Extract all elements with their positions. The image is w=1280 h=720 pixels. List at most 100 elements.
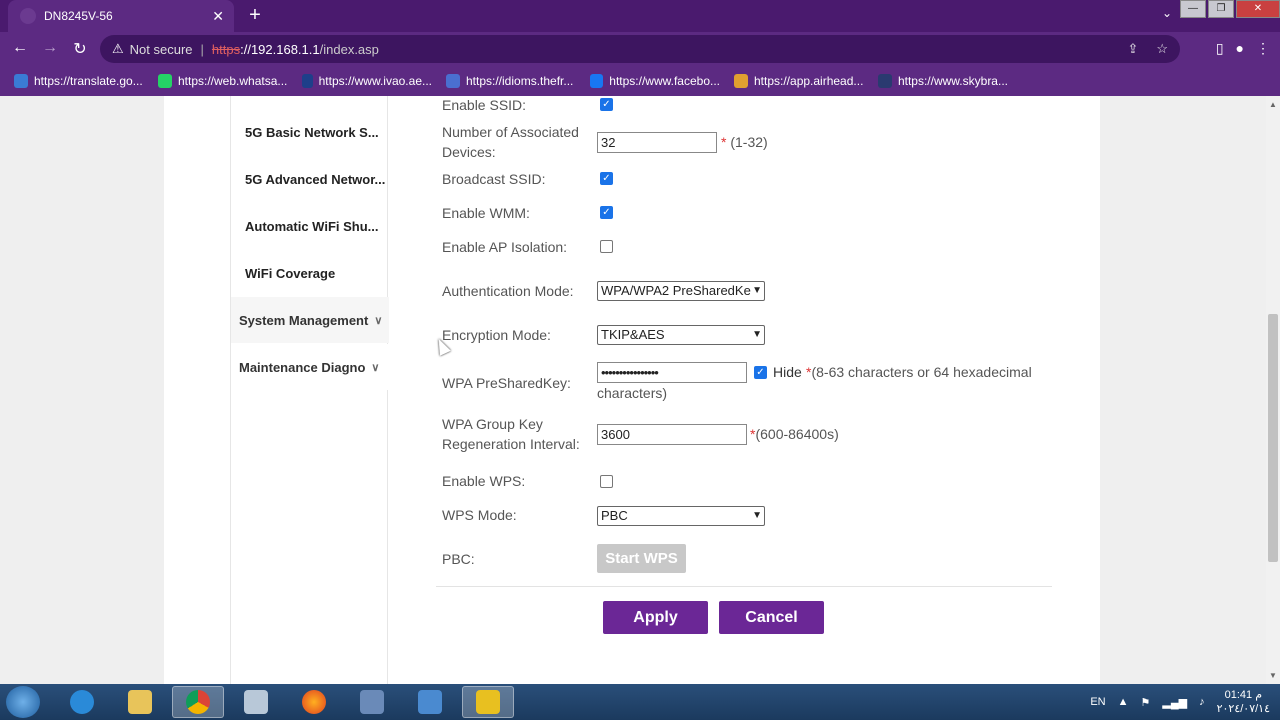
tab-favicon-icon bbox=[20, 8, 36, 24]
forward-arrow-icon[interactable]: → bbox=[40, 39, 60, 57]
bookmark-label: https://www.skybra... bbox=[897, 74, 1008, 88]
browser-tab[interactable]: DN8245V-56 ✕ bbox=[8, 0, 234, 32]
language-indicator[interactable]: EN bbox=[1090, 696, 1105, 708]
bookmark-favicon-icon bbox=[158, 74, 172, 88]
assoc-devices-hint: * (1-32) bbox=[721, 134, 768, 150]
warning-triangle-icon: ⚠ bbox=[112, 41, 124, 56]
auth-mode-value: WPA/WPA2 PreSharedKe bbox=[601, 283, 751, 298]
bookmark-item[interactable]: https://translate.go... bbox=[14, 74, 144, 88]
bookmark-item[interactable]: https://web.whatsa... bbox=[158, 74, 288, 88]
apply-button[interactable]: Apply bbox=[603, 601, 708, 634]
url-host: ://192.168.1.1 bbox=[240, 41, 320, 57]
clock-date: ٢٠٢٤/٠٧/١٤ bbox=[1216, 703, 1270, 715]
calculator-taskbar-icon[interactable] bbox=[230, 686, 282, 718]
hide-label: Hide bbox=[773, 364, 802, 380]
sidebar-item-5g-basic[interactable]: 5G Basic Network S... bbox=[245, 125, 379, 140]
sidebar-item-5g-advanced[interactable]: 5G Advanced Networ... bbox=[245, 172, 385, 187]
new-tab-button[interactable]: + bbox=[244, 4, 266, 26]
system-tray: EN ▲ ⚑ ▂▄▆ ♪ 01:41 م ٢٠٢٤/٠٧/١٤ bbox=[1090, 688, 1270, 716]
bookmark-item[interactable]: https://www.skybra... bbox=[878, 74, 1008, 88]
bookmark-label: https://idioms.thefr... bbox=[466, 74, 574, 88]
sidebar-group-label: System Management bbox=[239, 312, 369, 328]
bookmark-label: https://translate.go... bbox=[34, 74, 143, 88]
enable-ssid-label: Enable SSID: bbox=[442, 97, 527, 113]
scroll-thumb[interactable] bbox=[1268, 314, 1278, 562]
chevron-down-icon: ∨ bbox=[371, 361, 380, 374]
form-divider bbox=[436, 586, 1052, 587]
firefox-taskbar-icon[interactable] bbox=[288, 686, 340, 718]
address-separator: | bbox=[200, 41, 204, 57]
windows-start-icon[interactable] bbox=[6, 686, 40, 718]
side-panel-icon[interactable]: ▯ bbox=[1216, 40, 1224, 57]
tab-search-chevron-icon[interactable]: ⌄ bbox=[1162, 6, 1172, 20]
window-close-icon[interactable]: ✕ bbox=[1236, 0, 1280, 18]
explorer-taskbar-icon[interactable] bbox=[114, 686, 166, 718]
bookmark-item[interactable]: https://app.airhead... bbox=[734, 74, 864, 88]
computer-taskbar-icon[interactable] bbox=[346, 686, 398, 718]
enable-wps-checkbox[interactable] bbox=[600, 475, 613, 488]
ap-isolation-checkbox[interactable] bbox=[600, 240, 613, 253]
scroll-up-icon[interactable]: ▲ bbox=[1269, 100, 1277, 109]
group-key-hint: *(600-86400s) bbox=[750, 426, 839, 442]
group-key-label-line2: Regeneration Interval: bbox=[442, 436, 580, 452]
bookmark-favicon-icon bbox=[14, 74, 28, 88]
tray-expand-icon[interactable]: ▲ bbox=[1118, 696, 1129, 708]
bookmark-label: https://app.airhead... bbox=[754, 74, 864, 88]
back-arrow-icon[interactable]: ← bbox=[10, 39, 30, 57]
wps-mode-select[interactable]: PBC ▼ bbox=[597, 506, 765, 526]
clock[interactable]: 01:41 م ٢٠٢٤/٠٧/١٤ bbox=[1217, 688, 1270, 716]
clock-time: 01:41 م bbox=[1224, 689, 1262, 701]
action-center-icon[interactable]: ⚑ bbox=[1141, 696, 1151, 709]
bookmark-favicon-icon bbox=[590, 74, 604, 88]
bookmark-item[interactable]: https://www.facebo... bbox=[590, 74, 720, 88]
psk-input[interactable]: •••••••••••••••• bbox=[597, 362, 747, 383]
tab-close-icon[interactable]: ✕ bbox=[212, 8, 224, 25]
security-label: Not secure bbox=[129, 41, 193, 57]
encryption-mode-label: Encryption Mode: bbox=[442, 327, 551, 343]
enable-wmm-checkbox[interactable]: ✓ bbox=[600, 206, 613, 219]
select-chevron-icon: ▼ bbox=[752, 285, 762, 296]
wps-mode-label: WPS Mode: bbox=[442, 507, 517, 523]
profile-icon[interactable]: ● bbox=[1236, 40, 1244, 57]
assoc-devices-input[interactable]: 32 bbox=[597, 132, 717, 153]
reload-icon[interactable]: ↻ bbox=[70, 39, 90, 59]
sidebar-item-auto-wifi-shutdown[interactable]: Automatic WiFi Shu... bbox=[245, 219, 379, 234]
browser-toolbar: ← → ↻ ⚠ Not secure | https ://192.168.1.… bbox=[0, 32, 1280, 66]
bookmark-star-icon[interactable]: ☆ bbox=[1156, 41, 1168, 57]
sidebar-item-wifi-coverage[interactable]: WiFi Coverage bbox=[245, 266, 335, 281]
url-scheme: https bbox=[211, 41, 241, 57]
wps-mode-value: PBC bbox=[601, 508, 628, 523]
hide-psk-checkbox[interactable]: ✓ bbox=[754, 366, 767, 379]
sidebar-group-system-management[interactable]: System Management ∨ bbox=[231, 297, 389, 343]
chrome-taskbar-icon[interactable] bbox=[172, 686, 224, 718]
video-editor-taskbar-icon[interactable] bbox=[462, 686, 514, 718]
minimize-icon[interactable]: — bbox=[1180, 0, 1206, 18]
volume-icon[interactable]: ♪ bbox=[1199, 696, 1205, 708]
restore-icon[interactable]: ❐ bbox=[1208, 0, 1234, 18]
address-bar[interactable]: ⚠ Not secure | https ://192.168.1.1 /ind… bbox=[100, 35, 1180, 63]
bookmark-item[interactable]: https://www.ivao.ae... bbox=[302, 74, 432, 88]
menu-kebab-icon[interactable]: ⋮ bbox=[1256, 40, 1270, 57]
start-wps-button[interactable]: Start WPS bbox=[597, 544, 686, 573]
bookmark-label: https://www.ivao.ae... bbox=[318, 74, 432, 88]
router-admin-frame: 5G Basic Network S... 5G Advanced Networ… bbox=[164, 96, 1100, 684]
enable-ssid-checkbox[interactable]: ✓ bbox=[600, 98, 613, 111]
ap-isolation-label: Enable AP Isolation: bbox=[442, 239, 568, 255]
bookmark-item[interactable]: https://idioms.thefr... bbox=[446, 74, 576, 88]
encryption-mode-select[interactable]: TKIP&AES ▼ bbox=[597, 325, 765, 345]
sidebar-group-maintenance[interactable]: Maintenance Diagno ∨ bbox=[231, 344, 389, 390]
sidebar-group-label: Maintenance Diagno bbox=[239, 359, 366, 375]
psk-hint-line1: *(8-63 characters or 64 hexadecimal bbox=[806, 364, 1032, 380]
auth-mode-select[interactable]: WPA/WPA2 PreSharedKe ▼ bbox=[597, 281, 765, 301]
page-scrollbar[interactable]: ▲ ▼ bbox=[1266, 96, 1280, 684]
scroll-down-icon[interactable]: ▼ bbox=[1269, 671, 1277, 680]
network-icon[interactable]: ▂▄▆ bbox=[1162, 696, 1187, 709]
cancel-button[interactable]: Cancel bbox=[719, 601, 824, 634]
group-key-input[interactable]: 3600 bbox=[597, 424, 747, 445]
bookmark-favicon-icon bbox=[302, 74, 313, 88]
broadcast-ssid-checkbox[interactable]: ✓ bbox=[600, 172, 613, 185]
ie-taskbar-icon[interactable] bbox=[56, 686, 108, 718]
share-icon[interactable]: ⇪ bbox=[1127, 41, 1138, 57]
screen-taskbar-icon[interactable] bbox=[404, 686, 456, 718]
bookmarks-bar: https://translate.go... https://web.whats… bbox=[0, 66, 1280, 96]
